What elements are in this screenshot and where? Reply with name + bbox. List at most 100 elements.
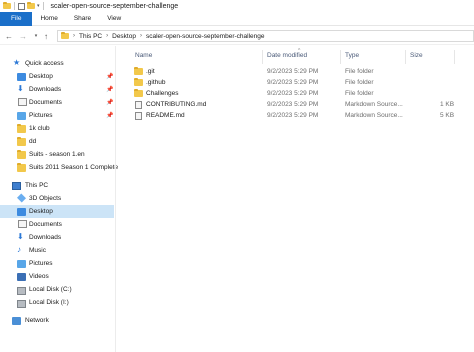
nav-quick-1k-club[interactable]: 1k club — [0, 122, 114, 135]
properties-icon[interactable] — [18, 2, 25, 10]
file-date: 9/2/2023 5:29 PM — [267, 90, 319, 97]
breadcrumb-this-pc[interactable]: This PC — [79, 33, 102, 40]
nav-pc-videos[interactable]: Videos — [0, 270, 114, 283]
file-size: 5 KB — [440, 112, 455, 119]
nav-label: Suits 2011 Season 1 Complete — [29, 164, 119, 171]
markdown-file-icon — [135, 111, 142, 120]
pin-icon[interactable]: 📌 — [106, 112, 113, 119]
chevron-right-icon[interactable]: › — [73, 33, 75, 39]
column-divider[interactable] — [262, 50, 263, 64]
folder-icon — [17, 136, 26, 146]
title-bar: ▾ scaler-open-source-september-challenge — [0, 0, 474, 12]
nav-label: Documents — [29, 99, 62, 106]
nav-quick-access[interactable]: ★ Quick access — [0, 57, 114, 70]
nav-label: Downloads — [29, 234, 62, 241]
column-divider[interactable] — [405, 50, 406, 64]
folder-icon — [134, 66, 143, 75]
new-folder-icon[interactable] — [27, 1, 35, 9]
file-type: File folder — [345, 90, 374, 97]
nav-label: Network — [25, 317, 49, 324]
nav-pc-pictures[interactable]: Pictures — [0, 257, 114, 270]
column-size[interactable]: Size — [410, 52, 423, 59]
file-name: Challenges — [146, 90, 179, 97]
address-row: ← → ▾ ↑ › This PC › Desktop › scaler-ope… — [0, 27, 474, 45]
nav-label: This PC — [25, 182, 49, 189]
nav-label: Desktop — [29, 73, 53, 80]
nav-pc-downloads[interactable]: ⬇ Downloads — [0, 231, 114, 244]
breadcrumb-desktop[interactable]: Desktop — [112, 33, 136, 40]
toolbar-separator — [14, 2, 15, 10]
3d-objects-icon — [16, 193, 27, 203]
file-row[interactable]: Challenges 9/2/2023 5:29 PM File folder — [116, 88, 474, 99]
nav-pc-3d-objects[interactable]: 3D Objects — [0, 192, 114, 205]
tab-view[interactable]: View — [99, 12, 129, 26]
nav-quick-suits-complete[interactable]: Suits 2011 Season 1 Complete — [0, 161, 118, 174]
window-title: scaler-open-source-september-challenge — [50, 2, 179, 10]
column-name[interactable]: Name — [135, 52, 152, 59]
file-type: Markdown Source... — [345, 112, 403, 119]
nav-label: Local Disk (C:) — [29, 286, 72, 293]
markdown-file-icon — [135, 100, 142, 109]
file-name: README.md — [146, 112, 185, 119]
tab-home[interactable]: Home — [32, 12, 65, 26]
tab-file[interactable]: File — [0, 11, 33, 26]
nav-pc-documents[interactable]: Documents — [0, 218, 114, 231]
nav-pc-local-disk-i[interactable]: Local Disk (I:) — [0, 296, 114, 309]
documents-icon — [18, 98, 27, 106]
up-button[interactable]: ↑ — [40, 30, 52, 42]
forward-button[interactable]: → — [17, 30, 29, 42]
file-type: File folder — [345, 68, 374, 75]
toolbar-separator — [42, 2, 44, 10]
nav-this-pc[interactable]: This PC — [0, 179, 114, 192]
pin-icon[interactable]: 📌 — [106, 99, 113, 106]
nav-quick-pictures[interactable]: Pictures 📌 — [0, 109, 114, 122]
file-name: CONTRIBUTING.md — [146, 101, 207, 108]
file-row[interactable]: README.md 9/2/2023 5:29 PM Markdown Sour… — [116, 110, 474, 121]
nav-quick-documents[interactable]: Documents 📌 — [0, 96, 114, 109]
column-type[interactable]: Type — [345, 52, 359, 59]
pin-icon[interactable]: 📌 — [106, 73, 113, 80]
nav-label: 1k club — [29, 125, 50, 132]
file-row[interactable]: .git 9/2/2023 5:29 PM File folder — [116, 66, 474, 77]
tab-share[interactable]: Share — [66, 12, 99, 26]
column-divider[interactable] — [340, 50, 341, 64]
nav-label: Suits - season 1.en — [29, 151, 85, 158]
documents-icon — [18, 220, 27, 228]
file-row[interactable]: CONTRIBUTING.md 9/2/2023 5:29 PM Markdow… — [116, 99, 474, 110]
chevron-down-icon[interactable]: ▾ — [37, 3, 40, 9]
downloads-icon: ⬇ — [17, 232, 24, 241]
file-type: File folder — [345, 79, 374, 86]
folder-icon — [61, 31, 69, 39]
computer-icon — [12, 182, 21, 190]
navigation-pane: ★ Quick access Desktop 📌 ⬇ Downloads 📌 D… — [0, 52, 118, 352]
pictures-icon — [17, 260, 26, 268]
nav-pc-local-disk-c[interactable]: Local Disk (C:) — [0, 283, 114, 296]
file-date: 9/2/2023 5:29 PM — [267, 112, 319, 119]
column-date-modified[interactable]: Date modified — [267, 52, 307, 59]
folder-icon — [17, 149, 26, 159]
nav-quick-dd[interactable]: dd — [0, 135, 114, 148]
nav-pc-desktop[interactable]: Desktop — [0, 205, 114, 218]
nav-label: Videos — [29, 273, 49, 280]
nav-quick-downloads[interactable]: ⬇ Downloads 📌 — [0, 83, 114, 96]
file-list-header: ^ Name Date modified Type Size — [116, 48, 474, 64]
file-name: .github — [146, 79, 166, 86]
nav-quick-desktop[interactable]: Desktop 📌 — [0, 70, 114, 83]
address-bar[interactable]: › This PC › Desktop › scaler-open-source… — [57, 30, 474, 42]
folder-icon — [3, 1, 11, 9]
breadcrumb-current-folder[interactable]: scaler-open-source-september-challenge — [146, 33, 265, 40]
drive-icon — [17, 287, 26, 295]
column-divider[interactable] — [454, 50, 455, 64]
file-row[interactable]: .github 9/2/2023 5:29 PM File folder — [116, 77, 474, 88]
pin-icon[interactable]: 📌 — [106, 86, 113, 93]
nav-label: Music — [29, 247, 46, 254]
ribbon-tabs: File Home Share View — [0, 11, 474, 26]
nav-pc-music[interactable]: ♪ Music — [0, 244, 114, 257]
nav-quick-suits-season[interactable]: Suits - season 1.en — [0, 148, 114, 161]
nav-label: dd — [29, 138, 37, 145]
chevron-right-icon[interactable]: › — [106, 33, 108, 39]
nav-network[interactable]: Network — [0, 314, 114, 327]
pictures-icon — [17, 112, 26, 120]
chevron-right-icon[interactable]: › — [140, 33, 142, 39]
back-button[interactable]: ← — [3, 30, 15, 42]
